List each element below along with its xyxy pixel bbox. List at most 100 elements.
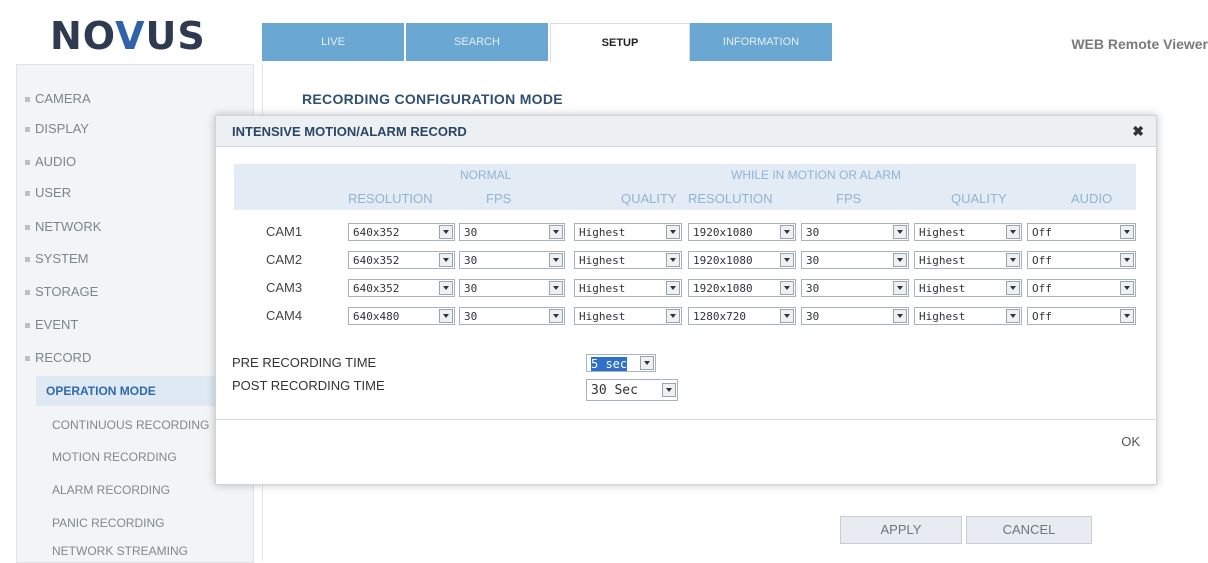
col-quality: QUALITY [621,191,677,206]
sidebar-sub-motion-recording[interactable]: MOTION RECORDING [52,450,177,464]
fps-select[interactable]: 30 [459,223,565,241]
cam-label: CAM1 [266,224,303,239]
sidebar-item-network[interactable]: NETWORK [25,219,101,234]
bullet-icon [25,356,30,362]
bullet-icon [25,191,30,197]
dropdown-arrow-icon [780,309,794,323]
sidebar-sub-network-streaming[interactable]: NETWORK STREAMING [52,544,188,558]
bullet-icon [25,225,30,231]
motion-fps-select[interactable]: 30 [801,279,909,297]
col-fps-motion: FPS [836,191,862,206]
tab-live[interactable]: LIVE [262,23,404,61]
col-resolution-motion: RESOLUTION [688,191,773,206]
ok-button[interactable]: OK [1121,434,1140,449]
motion-quality-select[interactable]: Highest [914,251,1022,269]
post-recording-select[interactable]: 30 Sec [586,379,678,401]
dropdown-arrow-icon [1120,253,1134,267]
web-remote-viewer-title: WEB Remote Viewer [1071,36,1208,52]
dropdown-arrow-icon [549,281,563,295]
pre-recording-select[interactable]: 5 sec [586,354,656,372]
motion-quality-select[interactable]: Highest [914,307,1022,325]
bullet-icon [25,290,30,296]
fps-select[interactable]: 30 [459,251,565,269]
col-resolution: RESOLUTION [348,191,433,206]
pre-recording-label: PRE RECORDING TIME [232,355,377,370]
dropdown-arrow-icon [549,253,563,267]
dropdown-arrow-icon [1120,281,1134,295]
cancel-button[interactable]: CANCEL [966,516,1092,544]
page-title: RECORDING CONFIGURATION MODE [302,91,563,107]
dropdown-arrow-icon [1006,253,1020,267]
motion-quality-select[interactable]: Highest [914,223,1022,241]
fps-select[interactable]: 30 [459,279,565,297]
sidebar-item-storage[interactable]: STORAGE [25,284,98,299]
resolution-select[interactable]: 640x352 [348,223,455,241]
sidebar-item-display[interactable]: DISPLAY [25,121,89,136]
motion-resolution-select[interactable]: 1920x1080 [688,279,796,297]
motion-resolution-select[interactable]: 1280x720 [688,307,796,325]
dropdown-arrow-icon [893,253,907,267]
sidebar-item-audio[interactable]: AUDIO [25,154,76,169]
col-audio: AUDIO [1071,191,1113,206]
sidebar-item-user[interactable]: USER [25,185,71,200]
fps-select[interactable]: 30 [459,307,565,325]
resolution-select[interactable]: 640x352 [348,279,455,297]
motion-resolution-select[interactable]: 1920x1080 [688,251,796,269]
resolution-select[interactable]: 640x480 [348,307,455,325]
novus-logo: NOVUS [50,14,206,58]
tab-setup[interactable]: SETUP [550,23,690,62]
post-recording-label: POST RECORDING TIME [232,378,385,393]
resolution-select[interactable]: 640x352 [348,251,455,269]
cam-label: CAM4 [266,308,303,323]
audio-select[interactable]: Off [1027,223,1136,241]
quality-select[interactable]: Highest [574,223,682,241]
dropdown-arrow-icon [780,281,794,295]
dropdown-arrow-icon [1120,309,1134,323]
motion-fps-select[interactable]: 30 [801,307,909,325]
motion-resolution-select[interactable]: 1920x1080 [688,223,796,241]
motion-fps-select[interactable]: 30 [801,251,909,269]
motion-fps-select[interactable]: 30 [801,223,909,241]
col-quality-motion: QUALITY [951,191,1007,206]
sidebar-item-system[interactable]: SYSTEM [25,251,88,266]
dialog-divider [216,419,1156,420]
bullet-icon [25,97,30,103]
dropdown-arrow-icon [1120,225,1134,239]
dropdown-arrow-icon [780,253,794,267]
dropdown-arrow-icon [640,356,654,370]
sidebar-sub-panic-recording[interactable]: PANIC RECORDING [52,516,164,530]
dropdown-arrow-icon [666,225,680,239]
dropdown-arrow-icon [439,309,453,323]
sidebar-item-event[interactable]: EVENT [25,317,78,332]
dropdown-arrow-icon [439,225,453,239]
apply-button[interactable]: APPLY [840,516,962,544]
sidebar-sub-operation-mode[interactable]: OPERATION MODE [36,376,236,406]
sidebar-item-record[interactable]: RECORD [25,350,91,365]
dropdown-arrow-icon [1006,225,1020,239]
quality-select[interactable]: Highest [574,279,682,297]
group-normal-header: NORMAL [460,168,512,182]
motion-quality-select[interactable]: Highest [914,279,1022,297]
dropdown-arrow-icon [893,225,907,239]
audio-select[interactable]: Off [1027,251,1136,269]
audio-select[interactable]: Off [1027,307,1136,325]
group-motion-header: WHILE IN MOTION OR ALARM [731,168,902,182]
audio-select[interactable]: Off [1027,279,1136,297]
dropdown-arrow-icon [662,383,676,397]
cam-label: CAM3 [266,280,303,295]
bullet-icon [25,160,30,166]
quality-select[interactable]: Highest [574,307,682,325]
dialog-header: INTENSIVE MOTION/ALARM RECORD ✖ [216,116,1156,147]
tab-information[interactable]: INFORMATION [690,23,832,61]
dropdown-arrow-icon [549,225,563,239]
dropdown-arrow-icon [780,225,794,239]
dropdown-arrow-icon [439,281,453,295]
close-icon[interactable]: ✖ [1132,123,1144,140]
quality-select[interactable]: Highest [574,251,682,269]
dropdown-arrow-icon [666,281,680,295]
sidebar-sub-continuous-recording[interactable]: CONTINUOUS RECORDING [52,418,209,432]
sidebar-item-camera[interactable]: CAMERA [25,91,91,106]
sidebar-sub-alarm-recording[interactable]: ALARM RECORDING [52,483,170,497]
intensive-record-dialog: INTENSIVE MOTION/ALARM RECORD ✖ NORMAL W… [215,115,1157,485]
tab-search[interactable]: SEARCH [406,23,548,61]
